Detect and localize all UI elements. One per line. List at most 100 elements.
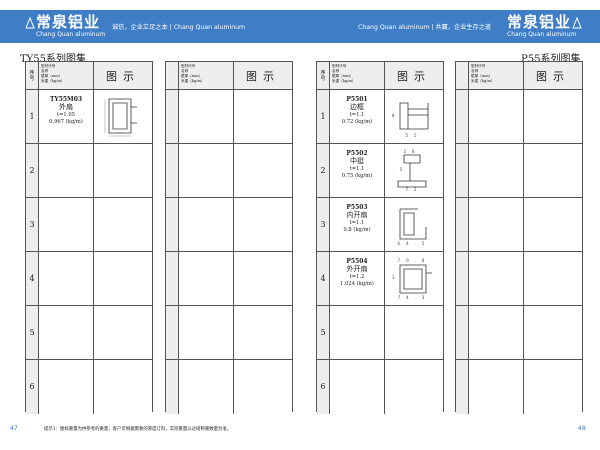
dimension-label: 28: [403, 149, 420, 154]
profile-section-drawing: 70.8 43 74.3: [388, 258, 432, 300]
dimension-label: 74.3: [398, 295, 431, 300]
dimension-label: 54.5: [388, 167, 408, 172]
row-number: 5: [26, 306, 39, 359]
row-number: [456, 252, 469, 305]
row-number: [456, 306, 469, 359]
product-name: 中挺: [350, 157, 364, 165]
blank-table-right: 型材代号 名称 壁厚（mm） 米重（kg/m） 图示: [455, 61, 583, 414]
product-info-cell: [469, 90, 524, 143]
header-num-cell: [166, 62, 179, 89]
brand-name-cn: 常泉铝业: [507, 13, 572, 31]
dimension-label: 72: [405, 187, 422, 192]
product-info-cell: [469, 360, 524, 414]
product-figure-cell: [234, 198, 292, 251]
product-name: 内开扇: [346, 211, 368, 219]
product-figure-cell: [94, 360, 152, 414]
product-figure-cell: [94, 306, 152, 359]
header-info-line: 米重（kg/m）: [471, 79, 495, 83]
row-number: [166, 144, 179, 197]
product-info-cell: [179, 306, 234, 359]
table-row: [456, 144, 582, 198]
p55-table: 序号型材代号 名称 壁厚（mm） 米重（kg/m） 图示 1 P5501 边框 t=1.1 0.7…: [316, 61, 444, 414]
dimension-label: 70.8: [398, 258, 431, 263]
brand-left: 常泉铝业 Chang Quan aluminum: [36, 14, 105, 39]
table-row: [456, 198, 582, 252]
profile-section-drawing: 38 55: [388, 102, 429, 138]
table-row: [456, 306, 582, 360]
profile-section-drawing: [104, 98, 137, 136]
table-row: 2: [26, 144, 152, 198]
product-code: P5502: [346, 150, 368, 157]
row-number: 6: [26, 360, 39, 414]
product-info-cell: P5501 边框 t=1.1 0.72 (kg/m): [330, 90, 385, 143]
brand-name-en: Chang Quan aluminum: [36, 31, 106, 38]
row-number: [456, 90, 469, 143]
brand-name-cn: 常泉铝业: [36, 13, 101, 31]
row-number: [166, 306, 179, 359]
product-info-cell: [179, 198, 234, 251]
product-info-cell: P5504 外开扇 t=1.2 1.024 (kg/m): [330, 252, 385, 305]
product-figure-cell: [524, 252, 582, 305]
product-info-cell: [330, 306, 385, 359]
row-number: 1: [317, 90, 330, 143]
table-row: [456, 360, 582, 414]
product-figure-cell: [234, 90, 292, 143]
product-thickness: t=1.1: [349, 112, 365, 118]
row-number: [456, 198, 469, 251]
product-info-cell: [179, 90, 234, 143]
header-figure-cell: 图示: [234, 62, 292, 89]
product-code: TY55M03: [49, 96, 83, 103]
product-figure-cell: 64.5: [385, 198, 443, 251]
table-row: 5: [317, 306, 443, 360]
table-row: [456, 90, 582, 144]
product-weight: 0.75 (kg/m): [341, 173, 373, 179]
table-row: 1 TY55M03 外扇 t=1.05 0.967 (kg/m): [26, 90, 152, 144]
table-row: 2 P5502中挺t=1.10.75 (kg/m) 28 54.5 72: [317, 144, 443, 198]
product-info-cell: [39, 360, 94, 414]
dimension-label: 43: [388, 275, 401, 280]
header-num-cell: 序号: [317, 62, 330, 89]
product-figure-cell: [234, 306, 292, 359]
product-thickness: t=1.2: [349, 274, 365, 280]
page-number-right: 48: [578, 425, 586, 432]
row-number: 4: [26, 252, 39, 305]
row-number: 2: [26, 144, 39, 197]
header-info-line: 米重（kg/m）: [332, 79, 356, 83]
table-row: [166, 90, 292, 144]
table-row: 4P5504外开扇t=1.21.024 (kg/m) 70.8 43 74.3: [317, 252, 443, 306]
header-figure-cell: 图示: [94, 62, 152, 89]
table-header-row: 型材代号 名称 壁厚（mm） 米重（kg/m） 图示: [166, 62, 292, 90]
product-thickness: t=1.1: [349, 166, 365, 172]
header-num-cell: 序号: [26, 62, 39, 89]
table-row: 1P5501边框t=1.10.72 (kg/m)3855: [317, 90, 443, 144]
table-row: [166, 252, 292, 306]
product-info-cell: [39, 198, 94, 251]
header-info-line: 米重（kg/m）: [181, 79, 205, 83]
product-figure-cell: 38 55: [385, 90, 443, 143]
table-row: 3: [26, 198, 152, 252]
brand-logo-icon: [25, 17, 35, 29]
product-weight: 0.8 (kg/m): [343, 227, 371, 233]
header-figure-cell: 图示: [385, 62, 443, 89]
product-code: P5504: [346, 258, 368, 265]
product-figure-cell: [524, 306, 582, 359]
product-figure-cell: [385, 360, 443, 414]
row-number: 5: [317, 306, 330, 359]
row-number: 2: [317, 144, 330, 197]
product-info-cell: TY55M03 外扇 t=1.05 0.967 (kg/m): [39, 90, 94, 143]
table-row: 3 P5503 内开扇 t=1.1 0.8 (kg/m) 64.5: [317, 198, 443, 252]
row-number: [456, 360, 469, 414]
product-figure-cell: [524, 198, 582, 251]
table-header-row: 型材代号 名称 壁厚（mm） 米重（kg/m） 图示: [456, 62, 582, 90]
product-figure-cell: [524, 90, 582, 143]
header-num-label: 号: [320, 75, 326, 82]
slogan-left: 诚信，企业立足之本 | Chang Quan aluminum: [112, 24, 246, 31]
table-row: [166, 306, 292, 360]
row-number: 3: [26, 198, 39, 251]
row-number: 4: [317, 252, 330, 305]
product-info-cell: [469, 252, 524, 305]
product-info-cell: [39, 306, 94, 359]
row-number: [166, 90, 179, 143]
product-figure-cell: [94, 144, 152, 197]
product-figure-cell: [94, 90, 152, 143]
